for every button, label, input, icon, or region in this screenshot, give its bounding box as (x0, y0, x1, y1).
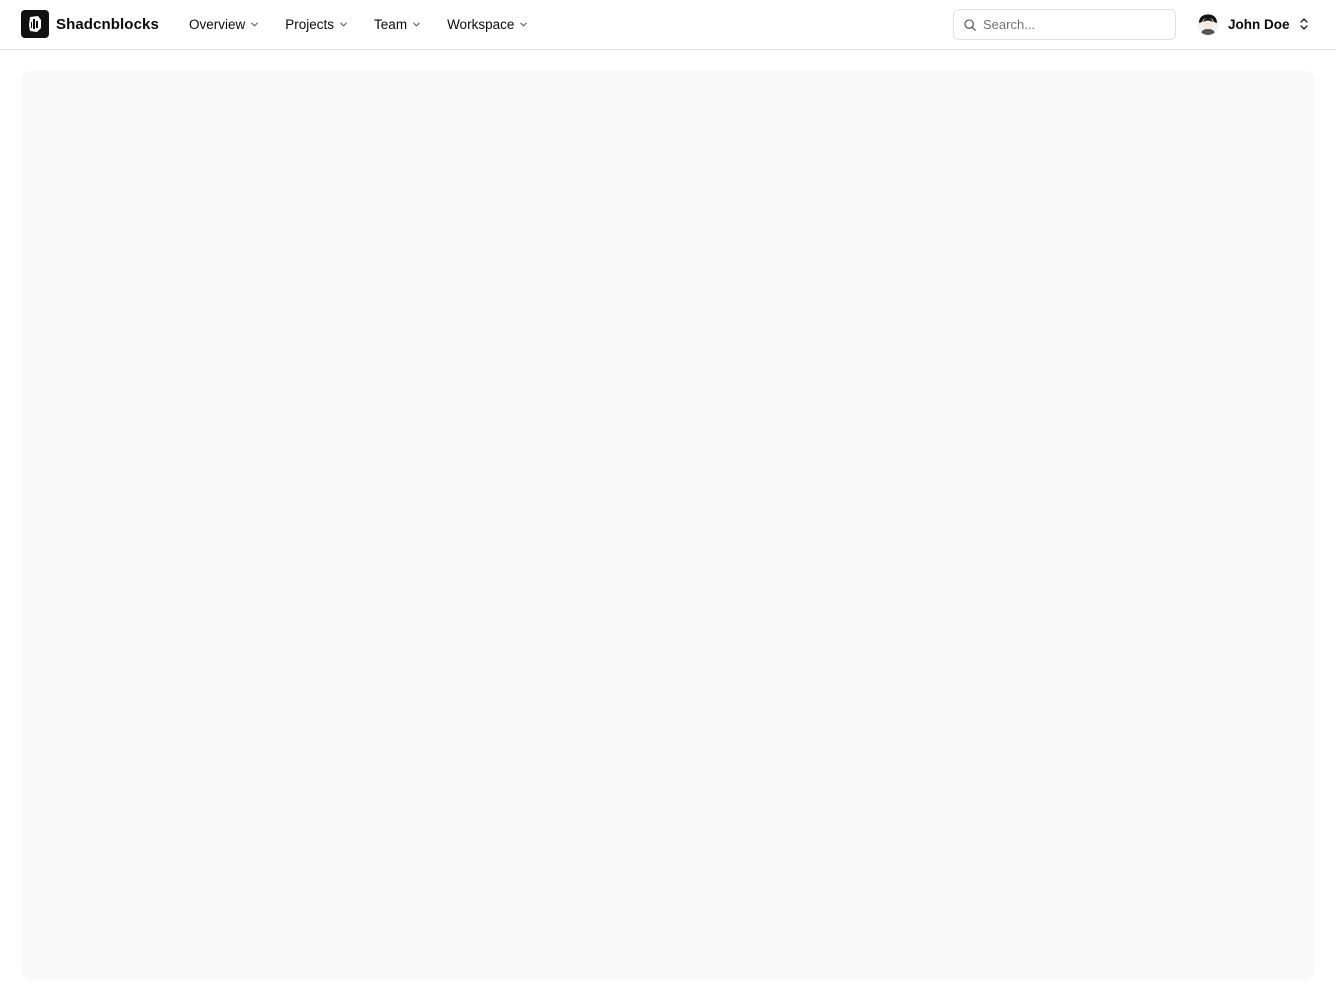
search-input[interactable] (983, 17, 1163, 32)
chevron-down-icon (520, 22, 528, 27)
nav-item-label: Projects (285, 17, 335, 32)
chevrons-up-down-icon (1299, 18, 1308, 30)
user-name: John Doe (1228, 16, 1290, 32)
nav-item-label: Overview (189, 17, 246, 32)
top-navbar: Shadcnblocks Overview Projects Team Work… (0, 0, 1336, 50)
shadcnblocks-logo-icon (21, 10, 49, 38)
chevron-down-icon (251, 22, 259, 27)
nav-item-label: Team (374, 17, 408, 32)
search-box[interactable] (953, 9, 1176, 40)
main-content-panel (21, 70, 1315, 981)
chevron-down-icon (413, 22, 420, 27)
nav-item-projects[interactable]: Projects (285, 17, 348, 32)
search-icon (964, 18, 976, 31)
avatar (1197, 13, 1219, 35)
nav-item-team[interactable]: Team (374, 17, 421, 32)
user-menu-button[interactable]: John Doe (1197, 13, 1309, 35)
nav-item-workspace[interactable]: Workspace (447, 17, 528, 32)
brand-link[interactable]: Shadcnblocks (21, 10, 159, 38)
brand-name: Shadcnblocks (56, 15, 159, 33)
nav-item-overview[interactable]: Overview (189, 17, 259, 32)
chevron-down-icon (340, 22, 347, 27)
app-window: Shadcnblocks Overview Projects Team Work… (0, 0, 1336, 1002)
nav-item-label: Workspace (447, 17, 515, 32)
main-nav: Overview Projects Team Workspace (189, 0, 554, 49)
